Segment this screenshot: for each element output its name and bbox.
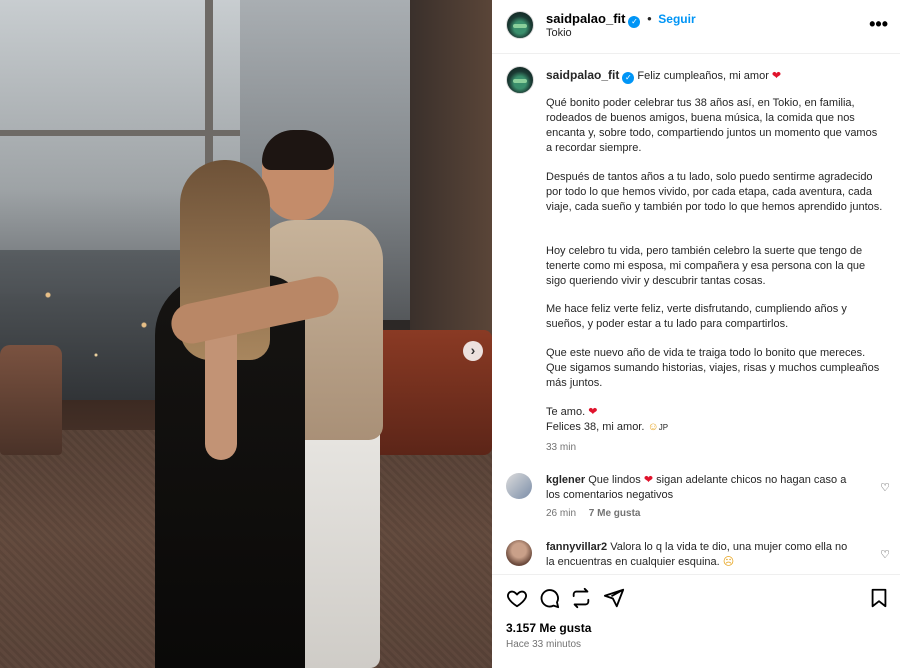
caption-paragraph: Hoy celebro tu vida, pero también celebr… [546,245,866,287]
comment-body: Que lindos [588,474,641,486]
avatar[interactable] [506,66,534,94]
post-header: saidpalao_fit ✓ • Seguir Tokio ••• [492,0,900,54]
comment-username[interactable]: fannyvillar2 [546,541,607,553]
like-comment-icon[interactable]: ♡ [880,481,890,494]
caption-closing-line: Te amo. ❤ [546,405,886,420]
hug-emoji: ☺ [647,421,659,433]
caption-area: saidpalao_fit ✓ Feliz cumpleaños, mi amor… [492,54,900,574]
avatar[interactable] [506,11,534,39]
caption-signature: JP [658,423,669,432]
caption-paragraph: Después de tantos años a tu lado, solo p… [546,171,883,213]
actions-bar: 3.157 Me gusta Hace 33 minutos [492,574,900,668]
comment-text: kglener Que lindos ❤ sigan adelante chic… [546,473,856,503]
more-icon[interactable]: ••• [869,14,888,35]
emoji: ☹ [722,556,735,568]
caption-title-line: saidpalao_fit ✓ Feliz cumpleaños, mi amor… [546,68,886,84]
heart-icon[interactable] [506,587,528,609]
verified-icon: ✓ [622,72,635,84]
caption-username[interactable]: saidpalao_fit [546,68,619,82]
comment-username[interactable]: kglener [546,474,585,486]
heart-emoji: ❤ [643,474,654,486]
comment-item: kglener Que lindos ❤ sigan adelante chic… [506,473,894,523]
window-frame [0,130,240,136]
caption-paragraph: Qué bonito poder celebrar tus 38 años as… [546,97,878,154]
comment-likes[interactable]: 7 Me gusta [589,508,641,519]
separator-dot: • [647,11,652,26]
post-panel: saidpalao_fit ✓ • Seguir Tokio ••• saidpa… [492,0,900,668]
share-icon[interactable] [603,587,625,609]
comment-item: fannyvillar2 Valora lo q la vida te dio,… [506,540,894,574]
like-comment-icon[interactable]: ♡ [880,548,890,561]
avatar[interactable] [506,540,532,566]
header-names: saidpalao_fit ✓ • Seguir [546,11,696,28]
post-photo[interactable]: › [0,0,492,668]
caption-closing: Te amo. [546,406,586,418]
caption-time: 33 min [546,442,577,453]
repost-icon[interactable] [570,587,592,609]
location[interactable]: Tokio [546,27,572,39]
comment-icon[interactable] [538,587,560,609]
heart-emoji: ❤ [771,70,782,82]
caption-paragraph: Que este nuevo año de vida te traiga tod… [546,347,880,389]
comment-meta: 26 min 7 Me gusta [546,508,640,519]
caption-title: Feliz cumpleaños, mi amor [637,70,769,82]
like-count[interactable]: 3.157 Me gusta [506,621,591,635]
armchair [0,345,62,455]
post-time: Hace 33 minutos [506,639,582,650]
caption-closing: Felices 38, mi amor. [546,421,645,433]
follow-button[interactable]: Seguir [658,12,695,26]
caption-paragraph: Me hace feliz verte feliz, verte disfrut… [546,303,847,330]
comment-text: fannyvillar2 Valora lo q la vida te dio,… [546,540,856,570]
verified-icon: ✓ [628,16,641,28]
save-icon[interactable] [868,587,890,609]
header-username[interactable]: saidpalao_fit [546,11,625,26]
heart-emoji: ❤ [588,406,598,418]
chevron-right-icon[interactable]: › [463,341,483,361]
avatar[interactable] [506,473,532,499]
comment-time: 26 min [546,508,577,519]
caption-closing-line: Felices 38, mi amor. ☺JP [546,420,886,435]
